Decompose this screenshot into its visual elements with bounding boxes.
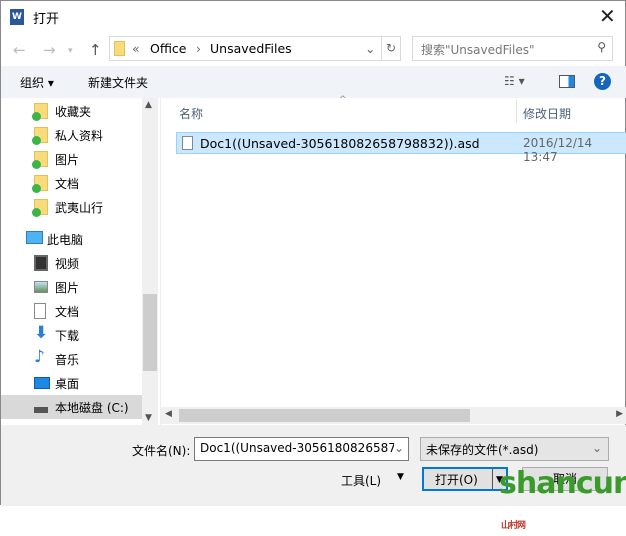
file-icon	[182, 136, 193, 150]
filename-value: Doc1((Unsaved-30561808265879	[200, 441, 404, 455]
open-button[interactable]: 打开(O) ▼	[422, 467, 508, 491]
video-icon	[34, 255, 48, 271]
nav-label: 私人资料	[55, 129, 104, 143]
filename-input[interactable]: Doc1((Unsaved-30561808265879 ⌄	[194, 437, 409, 461]
folder-icon	[114, 41, 125, 56]
window-title: 打开	[33, 12, 60, 27]
close-button[interactable]: ✕	[599, 4, 616, 28]
nav-label: 下载	[55, 329, 80, 343]
filetype-value: 未保存的文件(*.asd)	[426, 443, 539, 457]
forward-button[interactable]: →	[43, 41, 56, 59]
new-folder-button[interactable]: 新建文件夹	[88, 74, 148, 91]
desktop-icon	[34, 377, 50, 389]
filetype-select[interactable]: 未保存的文件(*.asd) ⌄	[420, 437, 609, 461]
breadcrumb-unsavedfiles[interactable]: UnsavedFiles	[210, 41, 292, 56]
search-icon: ⚲	[597, 40, 606, 54]
view-options-button[interactable]: ☷ ▾	[504, 74, 525, 88]
help-button[interactable]: ?	[594, 73, 611, 90]
column-header-modified[interactable]: 修改日期	[523, 105, 571, 122]
open-label: 打开(O)	[435, 473, 478, 487]
pictures-icon	[34, 281, 48, 293]
music-icon: ♪	[34, 347, 45, 367]
nav-label: 图片	[55, 281, 80, 295]
nav-label: 收藏夹	[55, 105, 92, 119]
nav-item-private[interactable]: 私人资料	[1, 123, 142, 147]
organize-button[interactable]: 组织 ▾	[20, 74, 54, 91]
file-name: Doc1((Unsaved-305618082658798832)).asd	[200, 136, 480, 151]
nav-item-music[interactable]: ♪ 音乐	[1, 347, 142, 371]
address-bar[interactable]: « Office › UnsavedFiles ⌄	[109, 36, 401, 61]
nav-label: 此电脑	[47, 233, 84, 247]
nav-label: 文档	[55, 305, 80, 319]
chevron-down-icon[interactable]: ⌄	[393, 441, 404, 455]
refresh-button[interactable]: ↻	[381, 36, 401, 61]
filename-label: 文件名(N):	[132, 444, 191, 458]
watermark-logo: shancun山村网	[499, 466, 626, 531]
nav-label: 音乐	[55, 353, 80, 367]
nav-label: 文档	[55, 177, 80, 191]
nav-item-documents[interactable]: 文档	[1, 299, 142, 323]
nav-label: 桌面	[55, 377, 80, 391]
shared-folder-icon	[32, 199, 48, 217]
file-modified: 2016/12/14 13:47	[523, 136, 593, 164]
nav-item-documents-cloud[interactable]: 文档	[1, 171, 142, 195]
nav-item-wuyishan[interactable]: 武夷山行	[1, 195, 142, 219]
nav-label: 视频	[55, 257, 80, 271]
title-bar: W 打开 ✕	[1, 1, 626, 33]
computer-icon	[26, 231, 43, 244]
nav-label: 本地磁盘 (C:)	[55, 401, 129, 415]
nav-item-this-pc[interactable]: 此电脑	[1, 227, 142, 251]
column-divider[interactable]	[516, 99, 517, 123]
nav-item-desktop[interactable]: 桌面	[1, 371, 142, 395]
word-app-icon: W	[10, 9, 24, 25]
synced-folder-icon	[32, 103, 48, 121]
toolbar: 组织 ▾ 新建文件夹 ☷ ▾ ?	[1, 66, 626, 98]
nav-scrollbar[interactable]: ▲ ▼	[142, 98, 158, 425]
nav-scrollbar-thumb[interactable]	[143, 294, 157, 371]
synced-folder-icon	[32, 151, 48, 169]
back-button[interactable]: ←	[13, 41, 26, 59]
nav-item-pictures-cloud[interactable]: 图片	[1, 147, 142, 171]
documents-icon	[34, 303, 46, 319]
nav-item-downloads[interactable]: ⬇ 下载	[1, 323, 142, 347]
nav-item-video[interactable]: 视频	[1, 251, 142, 275]
nav-item-local-disk[interactable]: 本地磁盘 (C:)	[1, 395, 142, 419]
sort-ascending-icon: ^	[339, 95, 347, 105]
pane-divider[interactable]	[160, 98, 161, 425]
search-input[interactable]: 搜索"UnsavedFiles" ⚲	[412, 36, 613, 61]
file-row[interactable]: Doc1((Unsaved-305618082658798832)).asd 2…	[176, 132, 626, 164]
synced-folder-icon	[32, 175, 48, 193]
search-placeholder: 搜索"UnsavedFiles"	[421, 43, 535, 57]
download-icon: ⬇	[34, 323, 49, 343]
nav-item-favorites[interactable]: 收藏夹	[1, 99, 142, 123]
recent-dropdown[interactable]: ▾	[68, 46, 73, 56]
chevron-down-icon[interactable]: ⌄	[365, 41, 375, 56]
breadcrumb-office[interactable]: Office	[150, 41, 187, 56]
tools-dropdown-icon[interactable]: ▼	[397, 472, 404, 482]
synced-folder-icon	[32, 127, 48, 145]
preview-pane-button[interactable]	[559, 75, 575, 88]
nav-label: 武夷山行	[55, 201, 104, 215]
overflow-chevron[interactable]: «	[132, 41, 140, 56]
drive-icon	[34, 407, 48, 413]
breadcrumb-separator: ›	[196, 41, 201, 56]
tools-button[interactable]: 工具(L)	[341, 472, 381, 489]
up-button[interactable]: ↑	[89, 41, 102, 59]
column-header-name[interactable]: 名称	[179, 105, 203, 122]
chevron-down-icon: ⌄	[591, 441, 602, 455]
navigation-pane: 收藏夹 私人资料 图片 文档 武夷山行 此电脑 视频 图片 文档 ⬇ 下载 ♪ 音乐…	[1, 98, 158, 425]
hscrollbar-thumb[interactable]	[179, 409, 470, 422]
nav-label: 图片	[55, 153, 80, 167]
nav-item-pictures[interactable]: 图片	[1, 275, 142, 299]
